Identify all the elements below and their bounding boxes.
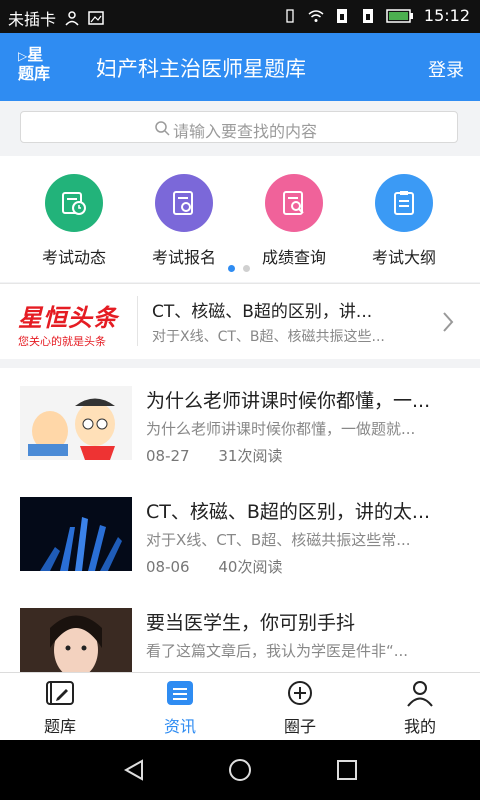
quick-item-exam-syllabus[interactable]: 考试大纲 [349,174,459,268]
login-button[interactable]: 登录 [428,56,464,82]
clipboard-icon [375,174,433,232]
article-title: CT、核磁、B超的区别，讲的太... [146,501,431,523]
tab-me[interactable]: 我的 [360,679,480,737]
tab-question-bank[interactable]: 题库 [0,679,120,737]
tab-news[interactable]: 资讯 [120,679,240,737]
article-summary: 对于X线、CT、B超、核磁共振这些常... [146,531,411,549]
article-summary: 看了这篇文章后，我认为学医是件非“... [146,642,409,660]
article-read-count: 31次阅读 [218,447,283,465]
app-logo: ▷星 题库 [18,45,51,83]
status-bar: 未插卡 15:12 [0,0,480,33]
person-icon [65,11,79,26]
article-thumbnail [20,386,132,460]
article-date: 08-06 [146,558,190,576]
quick-entry-grid: 考试动态 考试报名 成绩查询 考试大纲 [0,156,480,282]
sim-icon [336,8,347,23]
battery-icon [386,8,413,23]
app-header: ▷星 题库 妇产科主治医师星题库 登录 [0,33,480,101]
back-icon[interactable] [122,758,146,782]
quick-item-label: 成绩查询 [261,248,326,267]
list-item[interactable]: 为什么老师讲课时候你都懂，一... 为什么老师讲课时候你都懂，一做题就... 0… [0,368,480,480]
article-summary: 为什么老师讲课时候你都懂，一做题就... [146,420,416,438]
tab-label: 资讯 [163,717,196,736]
search-area: 请输入要查找的内容 [0,101,480,156]
bottom-tab-bar: 题库 资讯 圈子 我的 [0,672,480,741]
headline-brand-logo: 星恒头条 您关心的就是头条 [18,304,118,348]
system-nav-bar [0,740,480,800]
recents-icon[interactable] [336,759,358,781]
search-doc-icon [265,174,323,232]
vibrate-icon [286,8,294,23]
headline-subtitle: 对于X线、CT、B超、核磁共振这些... [152,329,385,345]
quick-item-label: 考试报名 [151,248,216,267]
quick-item-exam-registration[interactable]: 考试报名 [129,174,239,268]
chevron-right-icon [443,312,454,332]
article-title: 为什么老师讲课时候你都懂，一... [146,390,431,412]
tab-circle[interactable]: 圈子 [240,679,360,737]
article-read-count: 40次阅读 [218,558,283,576]
carrier-text: 未插卡 [8,10,57,29]
article-title: 要当医学生，你可别手抖 [146,612,356,634]
quick-item-label: 考试大纲 [371,248,436,267]
page-dot-active [228,265,235,272]
quick-item-label: 考试动态 [41,248,106,267]
search-icon [155,121,170,136]
page-indicator [228,265,250,272]
search-input[interactable]: 请输入要查找的内容 [20,111,458,143]
clock-text: 15:12 [423,6,470,25]
article-list: 为什么老师讲课时候你都懂，一... 为什么老师讲课时候你都懂，一做题就... 0… [0,368,480,672]
article-meta: 08-06 40次阅读 [146,556,306,577]
add-circle-icon [288,681,312,705]
user-icon [407,681,433,707]
list-item[interactable]: 要当医学生，你可别手抖 看了这篇文章后，我认为学医是件非“... [0,590,480,672]
wifi-icon [308,9,324,22]
article-meta: 08-27 31次阅读 [146,445,306,466]
certificate-icon [155,174,213,232]
quick-item-exam-news[interactable]: 考试动态 [19,174,129,268]
tab-label: 圈子 [283,717,316,736]
divider [137,296,138,346]
article-date: 08-27 [146,447,190,465]
headline-title: CT、核磁、B超的区别，讲... [152,302,373,322]
quick-item-score-query[interactable]: 成绩查询 [239,174,349,268]
news-icon [45,174,103,232]
tab-label: 题库 [43,717,76,736]
news-list-icon [167,681,193,705]
sim-icon-2 [362,8,373,23]
article-thumbnail [20,497,132,571]
image-icon [88,11,104,25]
page-dot [243,265,250,272]
tab-label: 我的 [403,717,436,736]
headline-banner[interactable]: 星恒头条 您关心的就是头条 CT、核磁、B超的区别，讲... 对于X线、CT、B… [0,283,480,359]
search-placeholder: 请输入要查找的内容 [173,122,318,141]
list-item[interactable]: CT、核磁、B超的区别，讲的太... 对于X线、CT、B超、核磁共振这些常...… [0,479,480,591]
home-icon[interactable] [228,758,252,782]
edit-icon [46,681,74,705]
page-title: 妇产科主治医师星题库 [96,57,306,81]
article-thumbnail [20,608,132,672]
